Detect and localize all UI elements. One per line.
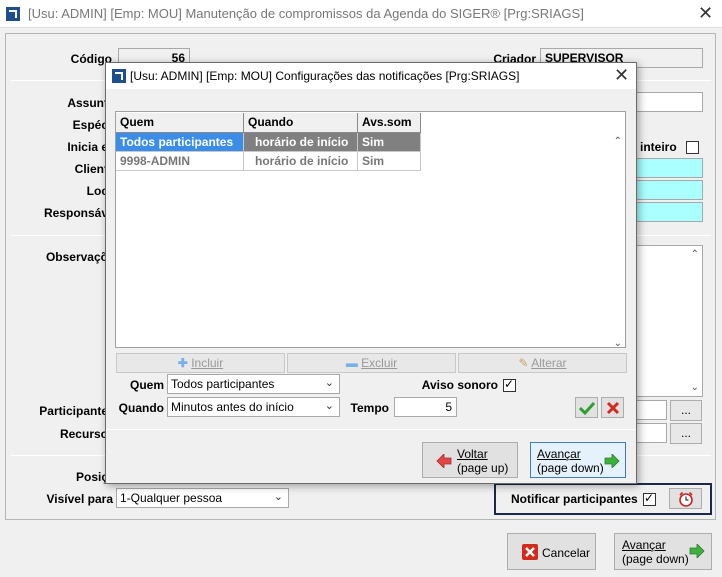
dialog-titlebar: [Usu: ADMIN] [Emp: MOU] Configurações da… (106, 63, 636, 89)
especie-label: Espéc (72, 118, 108, 132)
assunto-input[interactable] (634, 92, 703, 112)
window-title: [Usu: ADMIN] [Emp: MOU] Manutenção de co… (28, 6, 584, 21)
scroll-up-icon[interactable]: ⌃ (691, 249, 699, 260)
voltar-label-1: Voltar (457, 447, 488, 461)
table-cell-avs[interactable]: Sim (358, 133, 421, 152)
close-icon (606, 401, 620, 415)
dia-inteiro-label: a inteiro (630, 140, 677, 154)
notification-config-button[interactable] (669, 488, 702, 509)
quando-value: Minutos antes do início (171, 400, 294, 414)
scroll-up-icon[interactable]: ⌃ (614, 136, 622, 147)
observacoes-label: Observaçõ (45, 250, 108, 264)
tempo-label: Tempo (350, 401, 389, 415)
check-icon (579, 401, 595, 415)
avancar-button[interactable]: Avançar (page down) (614, 533, 712, 570)
cancel-icon (522, 544, 538, 560)
arrow-right-icon (604, 454, 620, 468)
dialog-close-icon[interactable]: ✕ (614, 65, 629, 86)
column-header-avs[interactable]: Avs.som (358, 113, 421, 133)
table-cell-quando[interactable]: horário de início (244, 133, 358, 152)
tempo-input[interactable]: 5 (394, 397, 457, 417)
column-header-quando[interactable]: Quando (244, 113, 358, 133)
divider (106, 429, 636, 430)
alterar-label: Alterar (531, 356, 567, 370)
recursos-input[interactable] (634, 423, 667, 443)
recursos-lookup-button[interactable]: ... (670, 423, 702, 444)
edit-icon: ✎ (518, 356, 529, 370)
quem-value: Todos participantes (171, 377, 275, 391)
excluir-button[interactable]: ▬ Excluir (287, 353, 456, 373)
window-titlebar: [Usu: ADMIN] [Emp: MOU] Manutenção de co… (0, 0, 722, 28)
excluir-label: Excluir (361, 356, 398, 370)
observacoes-textarea[interactable]: ⌃ ⌄ (634, 245, 703, 397)
cliente-label: Client (74, 162, 108, 176)
local-input[interactable] (634, 180, 703, 200)
inicia-label: Inicia e (67, 140, 108, 154)
chevron-down-icon: ⌄ (273, 491, 283, 503)
scroll-down-icon[interactable]: ⌄ (691, 382, 699, 393)
aviso-sonoro-label: Aviso sonoro (421, 378, 498, 392)
table-cell-quando[interactable]: horário de início (244, 152, 358, 171)
window-close-icon[interactable]: ✕ (698, 3, 713, 24)
responsavel-label: Responsáv (43, 206, 108, 220)
incluir-button[interactable]: ✚ Incluir (116, 353, 285, 373)
discard-button[interactable] (601, 397, 624, 418)
cancelar-label: Cancelar (542, 546, 591, 560)
chevron-down-icon: ⌄ (324, 400, 334, 412)
avancar-dialog-label-1: Avançar (537, 447, 581, 461)
arrow-left-icon (436, 454, 452, 468)
codigo-label: Código (70, 52, 112, 66)
visivel-select[interactable]: 1-Qualquer pessoa ⌄ (116, 488, 289, 508)
quando-select[interactable]: Minutos antes do início ⌄ (167, 397, 340, 417)
quando-label: Quando (118, 401, 164, 415)
avancar-dialog-label-2: (page down) (537, 461, 604, 475)
notifications-table: Quem Quando Avs.som Todos participantes … (115, 111, 626, 349)
responsavel-input[interactable] (634, 202, 703, 222)
incluir-label: Incluir (191, 356, 224, 370)
cancelar-button[interactable]: Cancelar (507, 533, 596, 570)
plus-icon: ✚ (177, 356, 188, 370)
quem-label: Quem (129, 378, 164, 392)
notificar-checkbox[interactable] (643, 491, 656, 506)
minus-icon: ▬ (345, 356, 358, 370)
avancar-label-2: (page down) (622, 552, 689, 566)
posicao-label: Posiç (75, 470, 108, 484)
assunto-label: Assunt (67, 96, 108, 110)
table-cell-avs[interactable]: Sim (358, 152, 421, 171)
voltar-label-2: (page up) (457, 461, 509, 475)
alarm-clock-icon (679, 491, 693, 507)
table-cell-quem[interactable]: Todos participantes (116, 133, 244, 152)
avancar-label-1: Avançar (622, 538, 666, 552)
aviso-sonoro-checkbox[interactable] (503, 377, 516, 392)
confirm-button[interactable] (575, 397, 598, 418)
cliente-input[interactable] (634, 158, 703, 178)
app-icon (6, 7, 20, 21)
alterar-button[interactable]: ✎ Alterar (458, 353, 627, 373)
visivel-label: Visível para (46, 492, 114, 506)
participantes-lookup-button[interactable]: ... (670, 400, 702, 421)
voltar-button[interactable]: Voltar (page up) (422, 442, 518, 478)
participantes-label: Participante (39, 404, 108, 418)
participantes-input[interactable] (634, 400, 667, 420)
arrow-right-icon (689, 544, 705, 558)
avancar-dialog-button[interactable]: Avançar (page down) (530, 442, 626, 478)
dialog-title: [Usu: ADMIN] [Emp: MOU] Configurações da… (130, 69, 520, 83)
table-cell-quem[interactable]: 9998-ADMIN (116, 152, 244, 171)
recursos-label: Recurso (59, 427, 108, 441)
app-icon (112, 69, 126, 83)
scroll-down-icon[interactable]: ⌄ (614, 338, 622, 349)
local-label: Loc (86, 184, 108, 198)
visivel-value: 1-Qualquer pessoa (120, 491, 223, 505)
notificar-label: Notificar participantes (511, 492, 638, 506)
quem-select[interactable]: Todos participantes ⌄ (167, 374, 340, 394)
chevron-down-icon: ⌄ (324, 377, 334, 389)
dia-inteiro-checkbox[interactable] (686, 141, 699, 154)
notification-settings-dialog: [Usu: ADMIN] [Emp: MOU] Configurações da… (105, 62, 637, 484)
column-header-quem[interactable]: Quem (116, 113, 244, 133)
notificar-group: Notificar participantes (494, 483, 712, 515)
